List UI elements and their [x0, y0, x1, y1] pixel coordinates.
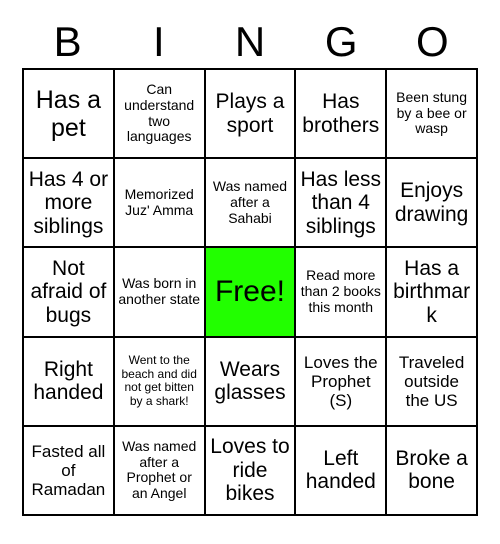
bingo-cell-label: Has a pet [35, 85, 102, 142]
bingo-cell-label: Loves to ride bikes [210, 435, 290, 506]
bingo-cell-label: Traveled outside the US [398, 352, 465, 410]
bingo-header-letter-b: B [53, 18, 82, 65]
bingo-cell[interactable]: Memorized Juz' Amma [114, 159, 206, 249]
bingo-cell[interactable]: Enjoys drawing [387, 159, 478, 249]
bingo-cell-label: Has a birthmark [393, 256, 471, 327]
bingo-cell[interactable]: Traveled outside the US [387, 337, 478, 427]
bingo-cell[interactable]: Broke a bone [387, 426, 478, 516]
bingo-cell-label: Free! [214, 275, 285, 309]
bingo-cell-label: Was named after a Sahabi [212, 178, 288, 226]
bingo-cell[interactable]: Right handed [24, 337, 115, 427]
bingo-cell-label: Has brothers [302, 90, 380, 137]
bingo-cell[interactable]: Went to the beach and did not get bitten… [114, 337, 206, 427]
bingo-cell-label: Was named after a Prophet or an Angel [122, 438, 197, 502]
bingo-header-letter-g: G [324, 18, 358, 65]
bingo-cell[interactable]: Not afraid of bugs [24, 248, 115, 338]
bingo-header-letter-n: N [234, 18, 266, 65]
bingo-cell[interactable]: Has brothers [296, 70, 388, 160]
bingo-cell[interactable]: Left handed [296, 426, 388, 516]
bingo-cell-label: Can understand two languages [124, 81, 195, 145]
bingo-cell[interactable]: Was named after a Sahabi [205, 159, 297, 249]
bingo-cell[interactable]: Has 4 or more siblings [24, 159, 115, 249]
bingo-cell-label: Has less than 4 siblings [300, 167, 382, 238]
bingo-cell[interactable]: Can understand two languages [114, 70, 206, 160]
bingo-cell[interactable]: Fasted all of Ramadan [24, 426, 115, 516]
bingo-cell-label: Has 4 or more siblings [28, 167, 109, 238]
bingo-cell-label: Went to the beach and did not get bitten… [121, 353, 197, 408]
bingo-cell[interactable]: Has less than 4 siblings [296, 159, 388, 249]
bingo-cell-label: Wears glasses [214, 357, 286, 405]
bingo-cell-label: Left handed [305, 446, 376, 494]
bingo-cell[interactable]: Plays a sport [205, 70, 297, 160]
bingo-cell[interactable]: Was named after a Prophet or an Angel [114, 426, 206, 516]
bingo-cell[interactable]: Was born in another state [114, 248, 206, 338]
bingo-cell-label: Read more than 2 books this month [300, 267, 381, 315]
bingo-cell[interactable]: Loves to ride bikes [205, 426, 297, 516]
bingo-header-letter-i: I [152, 18, 165, 65]
bingo-card: B I N G O Has a pet Can understand two la… [0, 0, 500, 544]
bingo-cell[interactable]: Has a birthmark [387, 248, 478, 338]
bingo-cell-label: Loves the Prophet (S) [303, 352, 378, 410]
bingo-header-row: B I N G O [22, 16, 478, 68]
bingo-cell-label: Been stung by a bee or wasp [396, 89, 468, 137]
bingo-grid: Has a pet Can understand two languages Pla… [22, 68, 478, 516]
bingo-cell-label: Was born in another state [118, 275, 201, 307]
bingo-cell[interactable]: Has a pet [24, 70, 115, 160]
bingo-cell[interactable]: Been stung by a bee or wasp [387, 70, 478, 160]
bingo-cell[interactable]: Wears glasses [205, 337, 297, 427]
bingo-cell-label: Not afraid of bugs [30, 256, 107, 327]
bingo-cell-label: Enjoys drawing [394, 179, 469, 226]
bingo-cell-label: Fasted all of Ramadan [31, 441, 106, 499]
bingo-cell-label: Plays a sport [215, 90, 285, 137]
bingo-cell[interactable]: Loves the Prophet (S) [296, 337, 388, 427]
bingo-cell-label: Broke a bone [395, 446, 468, 494]
bingo-header-letter-o: O [416, 18, 449, 65]
bingo-cell-label: Memorized Juz' Amma [124, 186, 194, 218]
bingo-cell[interactable]: Read more than 2 books this month [296, 248, 388, 338]
bingo-cell-free-space[interactable]: Free! [205, 248, 297, 338]
bingo-cell-label: Right handed [33, 357, 104, 405]
